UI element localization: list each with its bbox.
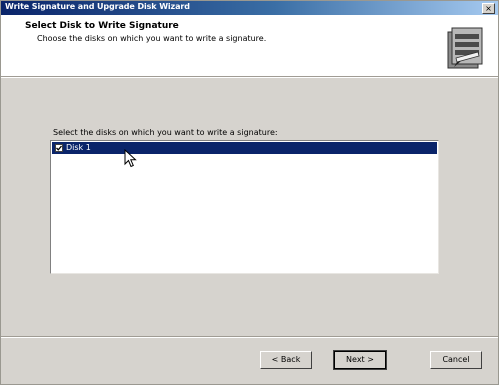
disk-label: Disk 1 [66, 143, 91, 152]
disk-list[interactable]: Disk 1 [50, 140, 439, 274]
cancel-button[interactable]: Cancel [430, 351, 482, 369]
window-title: Write Signature and Upgrade Disk Wizard [5, 2, 190, 11]
page-subtitle: Choose the disks on which you want to wr… [37, 34, 267, 43]
wizard-window: Write Signature and Upgrade Disk Wizard … [0, 0, 499, 385]
next-button[interactable]: Next > [333, 350, 387, 370]
disk-checkbox[interactable] [55, 144, 63, 152]
mouse-pointer-icon [124, 149, 137, 168]
header-divider-highlight [1, 77, 498, 78]
list-item[interactable]: Disk 1 [52, 142, 437, 154]
close-icon: × [485, 4, 492, 13]
footer-divider-highlight [1, 337, 498, 338]
wizard-disk-icon [447, 27, 483, 69]
checkmark-icon [56, 145, 62, 151]
back-button[interactable]: < Back [260, 351, 312, 369]
instruction-label: Select the disks on which you want to wr… [53, 128, 278, 137]
close-button[interactable]: × [482, 3, 495, 14]
title-bar[interactable]: Write Signature and Upgrade Disk Wizard … [1, 1, 498, 15]
page-title: Select Disk to Write Signature [25, 21, 179, 31]
wizard-header: Select Disk to Write Signature Choose th… [1, 15, 498, 76]
